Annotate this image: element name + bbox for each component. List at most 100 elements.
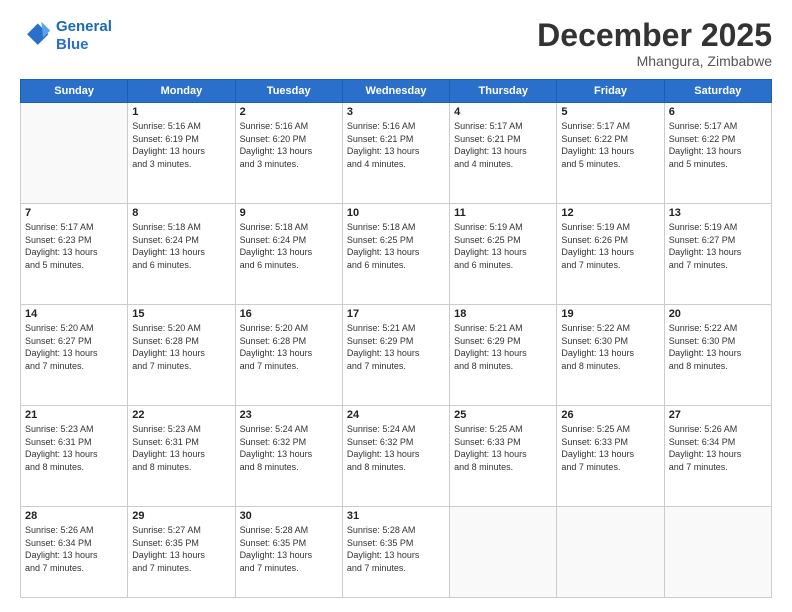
location: Mhangura, Zimbabwe (537, 53, 772, 69)
day-number: 9 (240, 207, 338, 219)
day-header-thursday: Thursday (450, 80, 557, 103)
day-info: Sunrise: 5:28 AM Sunset: 6:35 PM Dayligh… (347, 524, 445, 574)
calendar-cell (664, 507, 771, 598)
calendar-cell: 28Sunrise: 5:26 AM Sunset: 6:34 PM Dayli… (21, 507, 128, 598)
day-info: Sunrise: 5:18 AM Sunset: 6:25 PM Dayligh… (347, 221, 445, 271)
day-number: 17 (347, 308, 445, 320)
logo-line1: General (56, 18, 112, 35)
day-header-tuesday: Tuesday (235, 80, 342, 103)
day-info: Sunrise: 5:24 AM Sunset: 6:32 PM Dayligh… (347, 423, 445, 473)
day-header-saturday: Saturday (664, 80, 771, 103)
day-header-friday: Friday (557, 80, 664, 103)
calendar-cell: 3 Sunrise: 5:16 AM Sunset: 6:21 PM Daylig… (342, 103, 449, 204)
day-info: Sunrise: 5:20 AM Sunset: 6:28 PM Dayligh… (132, 322, 230, 372)
day-number: 11 (454, 207, 552, 219)
day-number: 20 (669, 308, 767, 320)
day-number: 15 (132, 308, 230, 320)
day-number: 28 (25, 510, 123, 522)
day-header-monday: Monday (128, 80, 235, 103)
logo-icon (20, 20, 52, 52)
calendar-cell: 16 Sunrise: 5:20 AM Sunset: 6:28 PM Dayli… (235, 305, 342, 406)
calendar-cell: 23 Sunrise: 5:24 AM Sunset: 6:32 PM Dayli… (235, 406, 342, 507)
calendar-cell: 29Sunrise: 5:27 AM Sunset: 6:35 PM Dayli… (128, 507, 235, 598)
logo: General Blue (20, 18, 112, 54)
calendar-cell: 21Sunrise: 5:23 AM Sunset: 6:31 PM Dayli… (21, 406, 128, 507)
calendar-cell: 31Sunrise: 5:28 AM Sunset: 6:35 PM Dayli… (342, 507, 449, 598)
calendar-table: SundayMondayTuesdayWednesdayThursdayFrid… (20, 79, 772, 598)
day-info: Sunrise: 5:19 AM Sunset: 6:25 PM Dayligh… (454, 221, 552, 271)
day-number: 10 (347, 207, 445, 219)
day-number: 18 (454, 308, 552, 320)
day-info: Sunrise: 5:24 AM Sunset: 6:32 PM Dayligh… (240, 423, 338, 473)
calendar-cell: 25Sunrise: 5:25 AM Sunset: 6:33 PM Dayli… (450, 406, 557, 507)
calendar-cell: 15 Sunrise: 5:20 AM Sunset: 6:28 PM Dayli… (128, 305, 235, 406)
calendar-cell: 14 Sunrise: 5:20 AM Sunset: 6:27 PM Dayli… (21, 305, 128, 406)
title-block: December 2025 Mhangura, Zimbabwe (537, 18, 772, 69)
calendar-page: General Blue December 2025 Mhangura, Zim… (0, 0, 792, 612)
day-number: 6 (669, 106, 767, 118)
day-number: 2 (240, 106, 338, 118)
calendar-week-row: 7 Sunrise: 5:17 AM Sunset: 6:23 PM Daylig… (21, 204, 772, 305)
day-number: 23 (240, 409, 338, 421)
header: General Blue December 2025 Mhangura, Zim… (20, 18, 772, 69)
day-number: 27 (669, 409, 767, 421)
calendar-cell: 10 Sunrise: 5:18 AM Sunset: 6:25 PM Dayli… (342, 204, 449, 305)
calendar-cell: 8 Sunrise: 5:18 AM Sunset: 6:24 PM Daylig… (128, 204, 235, 305)
calendar-cell: 11 Sunrise: 5:19 AM Sunset: 6:25 PM Dayli… (450, 204, 557, 305)
day-info: Sunrise: 5:17 AM Sunset: 6:22 PM Dayligh… (669, 120, 767, 170)
day-info: Sunrise: 5:17 AM Sunset: 6:23 PM Dayligh… (25, 221, 123, 271)
day-number: 12 (561, 207, 659, 219)
calendar-week-row: 1Sunrise: 5:16 AM Sunset: 6:19 PM Daylig… (21, 103, 772, 204)
day-number: 22 (132, 409, 230, 421)
day-info: Sunrise: 5:16 AM Sunset: 6:19 PM Dayligh… (132, 120, 230, 170)
day-info: Sunrise: 5:23 AM Sunset: 6:31 PM Dayligh… (132, 423, 230, 473)
day-info: Sunrise: 5:21 AM Sunset: 6:29 PM Dayligh… (347, 322, 445, 372)
day-number: 16 (240, 308, 338, 320)
day-number: 30 (240, 510, 338, 522)
day-number: 7 (25, 207, 123, 219)
calendar-week-row: 14 Sunrise: 5:20 AM Sunset: 6:27 PM Dayli… (21, 305, 772, 406)
day-info: Sunrise: 5:20 AM Sunset: 6:28 PM Dayligh… (240, 322, 338, 372)
day-number: 26 (561, 409, 659, 421)
calendar-cell: 5Sunrise: 5:17 AM Sunset: 6:22 PM Daylig… (557, 103, 664, 204)
month-title: December 2025 (537, 18, 772, 53)
day-info: Sunrise: 5:28 AM Sunset: 6:35 PM Dayligh… (240, 524, 338, 574)
day-number: 25 (454, 409, 552, 421)
day-info: Sunrise: 5:18 AM Sunset: 6:24 PM Dayligh… (132, 221, 230, 271)
calendar-cell (557, 507, 664, 598)
calendar-cell: 7 Sunrise: 5:17 AM Sunset: 6:23 PM Daylig… (21, 204, 128, 305)
day-info: Sunrise: 5:25 AM Sunset: 6:33 PM Dayligh… (561, 423, 659, 473)
day-number: 3 (347, 106, 445, 118)
day-header-wednesday: Wednesday (342, 80, 449, 103)
calendar-cell: 22 Sunrise: 5:23 AM Sunset: 6:31 PM Dayli… (128, 406, 235, 507)
calendar-cell: 4Sunrise: 5:17 AM Sunset: 6:21 PM Daylig… (450, 103, 557, 204)
calendar-header-row: SundayMondayTuesdayWednesdayThursdayFrid… (21, 80, 772, 103)
day-number: 13 (669, 207, 767, 219)
day-number: 24 (347, 409, 445, 421)
day-number: 4 (454, 106, 552, 118)
logo-line2: Blue (56, 36, 89, 53)
day-info: Sunrise: 5:20 AM Sunset: 6:27 PM Dayligh… (25, 322, 123, 372)
calendar-cell (21, 103, 128, 204)
calendar-cell: 24 Sunrise: 5:24 AM Sunset: 6:32 PM Dayli… (342, 406, 449, 507)
calendar-cell: 1Sunrise: 5:16 AM Sunset: 6:19 PM Daylig… (128, 103, 235, 204)
calendar-cell: 27 Sunrise: 5:26 AM Sunset: 6:34 PM Dayli… (664, 406, 771, 507)
day-info: Sunrise: 5:22 AM Sunset: 6:30 PM Dayligh… (561, 322, 659, 372)
logo-text: General Blue (56, 18, 112, 54)
day-number: 14 (25, 308, 123, 320)
calendar-cell: 19 Sunrise: 5:22 AM Sunset: 6:30 PM Dayli… (557, 305, 664, 406)
day-number: 5 (561, 106, 659, 118)
day-info: Sunrise: 5:16 AM Sunset: 6:21 PM Dayligh… (347, 120, 445, 170)
day-info: Sunrise: 5:18 AM Sunset: 6:24 PM Dayligh… (240, 221, 338, 271)
day-number: 8 (132, 207, 230, 219)
day-header-sunday: Sunday (21, 80, 128, 103)
day-number: 19 (561, 308, 659, 320)
calendar-week-row: 28Sunrise: 5:26 AM Sunset: 6:34 PM Dayli… (21, 507, 772, 598)
calendar-cell: 17 Sunrise: 5:21 AM Sunset: 6:29 PM Dayli… (342, 305, 449, 406)
day-info: Sunrise: 5:26 AM Sunset: 6:34 PM Dayligh… (669, 423, 767, 473)
calendar-week-row: 21Sunrise: 5:23 AM Sunset: 6:31 PM Dayli… (21, 406, 772, 507)
calendar-cell (450, 507, 557, 598)
day-number: 29 (132, 510, 230, 522)
calendar-cell: 6 Sunrise: 5:17 AM Sunset: 6:22 PM Daylig… (664, 103, 771, 204)
day-info: Sunrise: 5:19 AM Sunset: 6:26 PM Dayligh… (561, 221, 659, 271)
